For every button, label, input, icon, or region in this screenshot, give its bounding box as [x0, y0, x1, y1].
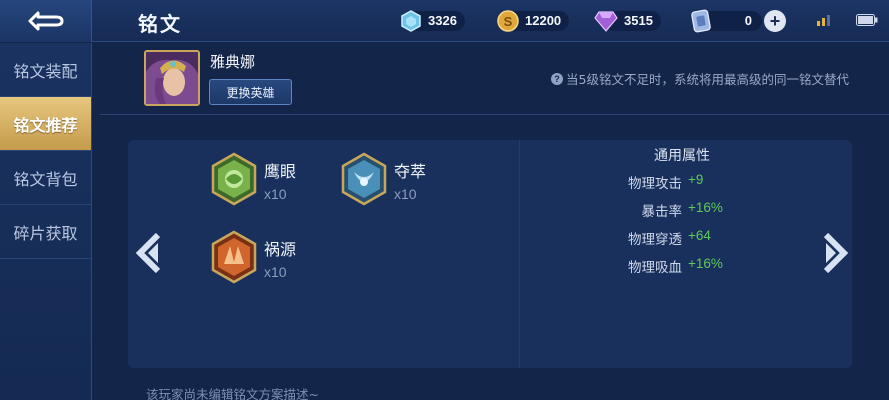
- rune-name: 鹰眼: [264, 162, 297, 181]
- signal-icon: [817, 15, 830, 26]
- plan-description: 该玩家尚未编辑铭文方案描述~: [146, 387, 319, 400]
- calamity-rune-icon: [211, 230, 257, 284]
- gem-counter: 3515: [594, 9, 661, 33]
- rune-item[interactable]: 鹰眼 x10: [210, 152, 296, 206]
- seize-rune-icon: [341, 152, 387, 206]
- back-button[interactable]: [0, 0, 92, 42]
- rune-name: 祸源: [264, 240, 297, 259]
- stat-row: 物理吸血 +16%: [600, 256, 760, 276]
- sidebar-item-rune-setup[interactable]: 铭文装配: [0, 43, 91, 97]
- hero-portrait[interactable]: [144, 50, 200, 106]
- stat-label: 物理吸血: [628, 260, 682, 276]
- sidebar: 铭文装配 铭文推荐 铭文背包 碎片获取: [0, 43, 92, 400]
- sidebar-item-label: 铭文装配: [13, 61, 78, 81]
- stat-row: 物理攻击 +9: [600, 172, 760, 192]
- rune-count: x10: [264, 264, 287, 280]
- sidebar-item-rune-bag[interactable]: 铭文背包: [0, 151, 91, 205]
- stat-value: +16%: [688, 256, 723, 271]
- panel-divider: [519, 140, 520, 368]
- hero-avatar-icon: [146, 52, 198, 104]
- stat-row: 暴击率 +16%: [600, 200, 760, 220]
- sidebar-item-fragment[interactable]: 碎片获取: [0, 205, 91, 259]
- rune-count: x10: [264, 186, 287, 202]
- stat-label: 物理攻击: [628, 176, 682, 192]
- stat-value: +64: [688, 228, 711, 243]
- hero-name: 雅典娜: [210, 53, 256, 71]
- rune-item[interactable]: 夺萃 x10: [340, 152, 426, 206]
- sidebar-item-rune-recommend[interactable]: 铭文推荐: [0, 97, 91, 151]
- rune-count: x10: [394, 186, 417, 202]
- battery-icon: [856, 14, 878, 26]
- top-bar: 铭文 3326 S 12200 3515 0 +: [0, 0, 889, 42]
- sidebar-item-label: 碎片获取: [13, 223, 78, 243]
- sidebar-item-label: 铭文背包: [13, 169, 78, 189]
- eagle-eye-rune-icon: [211, 152, 257, 206]
- page-title: 铭文: [138, 12, 182, 36]
- sidebar-item-label: 铭文推荐: [13, 115, 78, 135]
- stat-value: +16%: [688, 200, 723, 215]
- stat-label: 物理穿透: [628, 232, 682, 248]
- purple-gem-icon: [594, 11, 618, 32]
- stat-value: +9: [688, 172, 704, 187]
- rune-tip: ? 当5级铭文不足时，系统将用最高级的同一铭文替代: [551, 69, 849, 88]
- coupon-counter: 0 +: [690, 9, 786, 33]
- stat-row: 物理穿透 +64: [600, 228, 760, 248]
- rune-item[interactable]: 祸源 x10: [210, 230, 296, 284]
- rune-name: 夺萃: [394, 162, 427, 181]
- next-arrow-icon[interactable]: [820, 233, 850, 273]
- diamond-counter: 3326: [400, 9, 465, 33]
- divider: [100, 114, 889, 115]
- stats-title: 通用属性: [654, 148, 710, 164]
- add-coupon-button[interactable]: +: [764, 10, 786, 32]
- svg-text:S: S: [504, 14, 513, 29]
- diamond-icon: [401, 10, 421, 32]
- gold-counter: S 12200: [497, 9, 570, 33]
- back-arrow-icon: [28, 11, 63, 31]
- coupon-icon: [691, 9, 711, 33]
- question-icon: ?: [551, 72, 564, 85]
- stat-label: 暴击率: [641, 204, 683, 220]
- prev-arrow-icon[interactable]: [134, 233, 164, 273]
- change-hero-button[interactable]: 更换英雄: [209, 79, 292, 105]
- gold-coin-icon: S: [497, 10, 519, 32]
- tip-text: 当5级铭文不足时，系统将用最高级的同一铭文替代: [566, 72, 849, 87]
